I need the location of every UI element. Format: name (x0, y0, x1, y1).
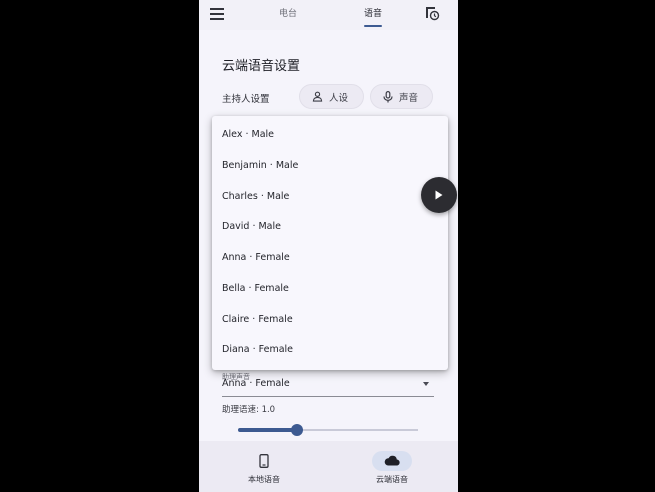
voice-dropdown-menu: Alex · Male Benjamin · Male Charles · Ma… (212, 116, 448, 370)
person-icon (312, 91, 323, 102)
assistant-rate-label: 助理语速: 1.0 (222, 405, 276, 415)
host-settings-label: 主持人设置 (222, 94, 270, 105)
nav-local-voice-label: 本地语音 (248, 475, 280, 484)
menu-item[interactable]: Bella · Female (222, 283, 289, 294)
tab-radio[interactable]: 电台 (279, 6, 297, 19)
section-title: 云端语音设置 (222, 59, 301, 74)
menu-icon[interactable] (210, 8, 224, 20)
menu-item[interactable]: David · Male (222, 221, 281, 232)
slider-active-track (238, 428, 298, 432)
voice-chip[interactable]: 声音 (370, 84, 433, 109)
bottom-navigation: 本地语音 云端语音 (199, 441, 458, 492)
menu-item[interactable]: Charles · Male (222, 191, 289, 202)
menu-item[interactable]: Diana · Female (222, 344, 293, 355)
phone-icon (259, 454, 269, 468)
persona-chip[interactable]: 人设 (299, 84, 364, 109)
play-button[interactable] (421, 177, 457, 213)
menu-item[interactable]: Claire · Female (222, 314, 293, 325)
cloud-icon (384, 455, 400, 466)
menu-item[interactable]: Benjamin · Male (222, 160, 298, 171)
menu-item[interactable]: Anna · Female (222, 252, 290, 263)
slider-thumb[interactable] (291, 424, 303, 436)
assistant-voice-select[interactable] (222, 372, 434, 397)
nav-cloud-voice-label: 云端语音 (376, 475, 408, 484)
menu-item[interactable]: Alex · Male (222, 129, 274, 140)
nav-cloud-voice[interactable]: 云端语音 (342, 441, 442, 492)
assistant-rate-slider[interactable] (238, 424, 418, 436)
voice-chip-label: 声音 (399, 92, 419, 104)
nav-local-voice[interactable]: 本地语音 (214, 441, 314, 492)
top-app-bar: 电台 语音 (199, 0, 458, 30)
tab-voice[interactable]: 语音 (364, 6, 382, 19)
sleep-timer-icon[interactable] (424, 5, 440, 21)
slider-inactive-track (298, 429, 418, 431)
persona-chip-label: 人设 (329, 92, 349, 104)
mic-icon (383, 90, 393, 102)
phone-screen: 电台 语音 云端语音设置 主持人设置 人设 声音 助理声音 Anna · Fem… (199, 0, 458, 492)
play-icon (435, 190, 443, 200)
tab-indicator (364, 25, 382, 27)
